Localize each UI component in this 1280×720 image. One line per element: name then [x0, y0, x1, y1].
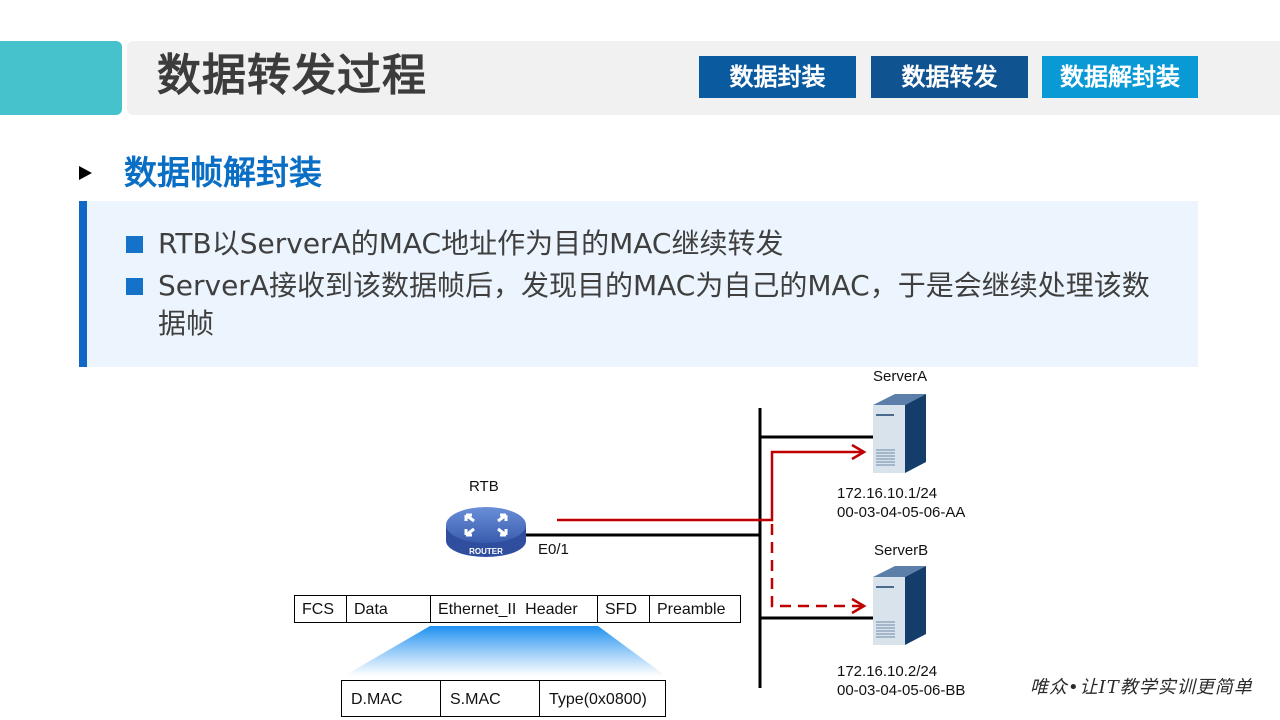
footer-slogan: 唯众•让IT教学实训更简单: [1030, 677, 1253, 698]
header-field-type: Type(0x0800): [539, 680, 666, 717]
frame-field-sfd: SFD: [597, 595, 650, 623]
server-icon: [873, 394, 926, 473]
frame-field-data: Data: [346, 595, 431, 623]
server-icon: [873, 566, 926, 645]
forward-path-servera: [557, 450, 862, 522]
serverb-ip: 172.16.10.2/24: [837, 663, 938, 680]
servera-name: ServerA: [873, 368, 928, 385]
frame-field-header: Ethernet_II Header: [430, 595, 598, 623]
router-icon-label: ROUTER: [469, 547, 503, 556]
serverb-name: ServerB: [874, 542, 929, 559]
servera-ip: 172.16.10.1/24: [837, 485, 938, 502]
frame-field-fcs: FCS: [294, 595, 347, 623]
servera-mac: 00-03-04-05-06-AA: [837, 504, 966, 521]
header-field-dmac: D.MAC: [341, 680, 441, 717]
forward-path-serverb: [770, 524, 862, 608]
router-interface-label: E0/1: [538, 541, 569, 558]
header-expand-funnel: [344, 626, 666, 676]
header-field-smac: S.MAC: [440, 680, 540, 717]
frame-field-preamble: Preamble: [649, 595, 741, 623]
serverb-mac: 00-03-04-05-06-BB: [837, 682, 966, 699]
router-name: RTB: [469, 478, 499, 495]
router-icon: ROUTER: [446, 507, 526, 557]
